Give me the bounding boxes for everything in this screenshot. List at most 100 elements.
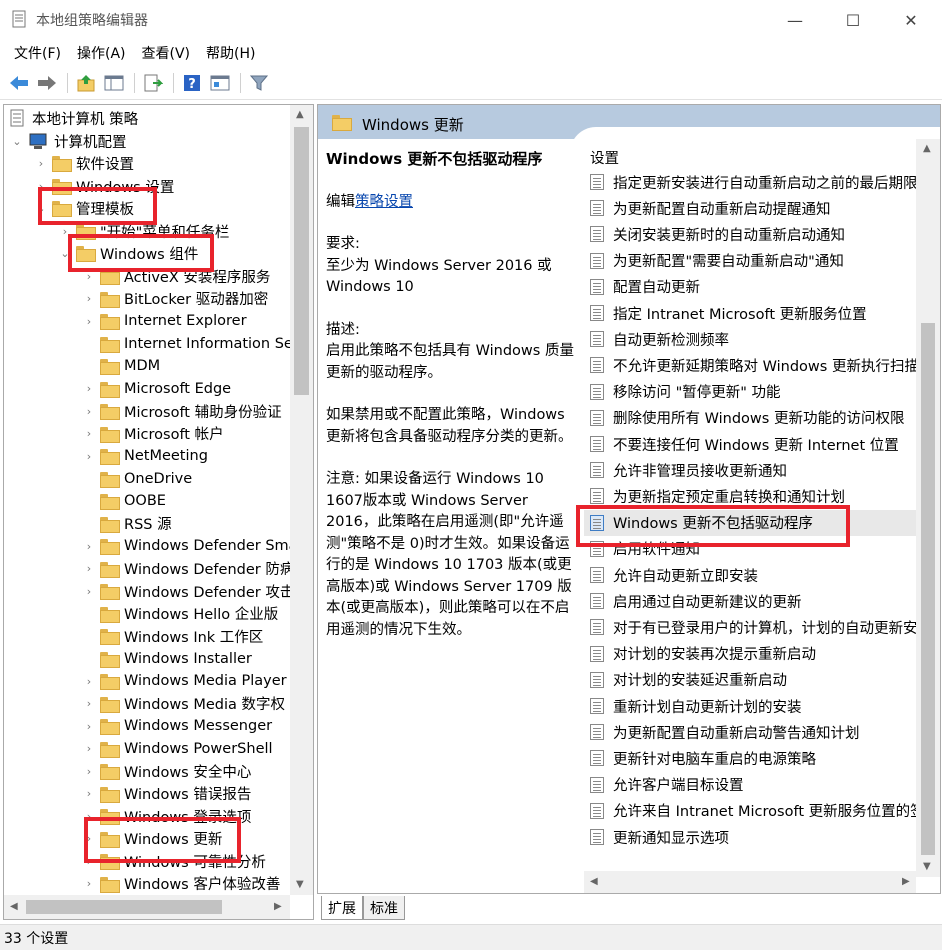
setting-row[interactable]: 对计划的安装延迟重新启动	[584, 667, 916, 693]
scroll-up-icon[interactable]: ▲	[296, 109, 304, 120]
setting-row[interactable]: 删除使用所有 Windows 更新功能的访问权限	[584, 405, 916, 431]
tree-item-component[interactable]: › Microsoft 帐户	[82, 423, 224, 445]
scroll-down-icon[interactable]: ▼	[296, 879, 304, 890]
tree-item-component[interactable]: › Windows Defender 攻击	[82, 580, 290, 602]
back-icon[interactable]	[6, 70, 32, 96]
setting-row[interactable]: 自动更新检测频率	[584, 326, 916, 352]
tree-item-component[interactable]: Internet Information Ser	[82, 333, 290, 355]
maximize-button[interactable]: ☐	[824, 0, 882, 40]
tree-item-component[interactable]: › Windows Defender 防病	[82, 558, 290, 580]
scroll-thumb[interactable]	[921, 323, 935, 855]
menu-file[interactable]: 文件(F)	[6, 43, 69, 63]
setting-row[interactable]: 关闭安装更新时的自动重新启动通知	[584, 221, 916, 247]
setting-row[interactable]: 允许自动更新立即安装	[584, 562, 916, 588]
tree-item-component[interactable]: Windows Installer	[82, 648, 252, 670]
export-list-icon[interactable]	[140, 70, 166, 96]
setting-row[interactable]: 对于有已登录用户的计算机，计划的自动更新安装	[584, 614, 916, 640]
chevron-right-icon[interactable]: ›	[82, 450, 96, 463]
chevron-right-icon[interactable]: ›	[82, 675, 96, 688]
tree-item-component[interactable]: › NetMeeting	[82, 445, 208, 467]
chevron-right-icon[interactable]: ›	[82, 765, 96, 778]
menu-view[interactable]: 查看(V)	[134, 43, 199, 63]
chevron-right-icon[interactable]: ›	[82, 585, 96, 598]
setting-row[interactable]: 对计划的安装再次提示重新启动	[584, 641, 916, 667]
chevron-right-icon[interactable]: ›	[82, 742, 96, 755]
chevron-right-icon[interactable]: ›	[34, 157, 48, 170]
help-icon[interactable]: ?	[179, 70, 205, 96]
menu-action[interactable]: 操作(A)	[69, 43, 134, 63]
tree-vertical-scrollbar[interactable]: ▲ ▼	[290, 105, 313, 895]
tree-item-component[interactable]: › Windows PowerShell	[82, 738, 273, 760]
chevron-right-icon[interactable]: ›	[82, 720, 96, 733]
setting-row[interactable]: 移除访问 "暂停更新" 功能	[584, 379, 916, 405]
tree-item-component[interactable]: › BitLocker 驱动器加密	[82, 288, 268, 310]
chevron-right-icon[interactable]: ›	[82, 382, 96, 395]
setting-row[interactable]: 指定 Intranet Microsoft 更新服务位置	[584, 300, 916, 326]
scroll-down-icon[interactable]: ▼	[923, 861, 931, 872]
tree-item-component[interactable]: › Windows 安全中心	[82, 760, 251, 782]
tree-item-component[interactable]: › Microsoft Edge	[82, 378, 231, 400]
setting-row[interactable]: 指定更新安装进行自动重新启动之前的最后期限	[584, 169, 916, 195]
setting-row[interactable]: 配置自动更新	[584, 274, 916, 300]
tree-item-component[interactable]: RSS 源	[82, 513, 172, 535]
filter-icon[interactable]	[246, 70, 272, 96]
tree-item-computer-config[interactable]: ⌄ 计算机配置	[10, 130, 127, 152]
chevron-down-icon[interactable]: ⌄	[10, 135, 24, 148]
setting-row[interactable]: 允许客户端目标设置	[584, 772, 916, 798]
setting-row[interactable]: 为更新配置自动重新启动提醒通知	[584, 195, 916, 221]
close-button[interactable]: ✕	[882, 0, 940, 40]
tree-item-component[interactable]: Windows Hello 企业版	[82, 603, 278, 625]
chevron-right-icon[interactable]: ›	[82, 315, 96, 328]
scroll-thumb[interactable]	[26, 900, 222, 914]
list-horizontal-scrollbar[interactable]: ◀ ▶	[584, 871, 916, 893]
show-hide-tree-icon[interactable]	[101, 70, 127, 96]
setting-row[interactable]: 更新通知显示选项	[584, 824, 916, 850]
tree-item-component[interactable]: › Windows Media 数字权	[82, 693, 285, 715]
chevron-right-icon[interactable]: ›	[82, 540, 96, 553]
tree-horizontal-scrollbar[interactable]: ◀ ▶	[4, 895, 290, 919]
scroll-thumb[interactable]	[294, 127, 309, 395]
tree-item-component[interactable]: › Windows Media Player	[82, 670, 287, 692]
setting-row[interactable]: 为更新配置自动重新启动警告通知计划	[584, 719, 916, 745]
setting-row[interactable]: 为更新配置"需要自动重新启动"通知	[584, 248, 916, 274]
chevron-right-icon[interactable]: ›	[82, 697, 96, 710]
setting-row[interactable]: 启用通过自动更新建议的更新	[584, 588, 916, 614]
setting-row[interactable]: 允许来自 Intranet Microsoft 更新服务位置的签	[584, 798, 916, 824]
setting-row[interactable]: 重新计划自动更新计划的安装	[584, 693, 916, 719]
tree-item-component[interactable]: › Microsoft 辅助身份验证	[82, 400, 282, 422]
tree-item-component[interactable]: OneDrive	[82, 468, 192, 490]
menu-help[interactable]: 帮助(H)	[198, 43, 263, 63]
tab-standard[interactable]: 标准	[363, 896, 405, 920]
tree-item-component[interactable]: › Internet Explorer	[82, 310, 247, 332]
tree-item-component[interactable]: OOBE	[82, 490, 166, 512]
tab-extended[interactable]: 扩展	[321, 896, 363, 920]
scroll-left-icon[interactable]: ◀	[10, 901, 18, 912]
chevron-right-icon[interactable]: ›	[82, 427, 96, 440]
tree-item-software-settings[interactable]: › 软件设置	[34, 152, 134, 174]
setting-row[interactable]: 不允许更新延期策略对 Windows 更新执行扫描	[584, 352, 916, 378]
scroll-right-icon[interactable]: ▶	[902, 876, 910, 887]
setting-row[interactable]: 更新针对电脑车重启的电源策略	[584, 745, 916, 771]
scroll-left-icon[interactable]: ◀	[590, 876, 598, 887]
tree-item-component[interactable]: › Windows 错误报告	[82, 783, 251, 805]
setting-row[interactable]: 允许非管理员接收更新通知	[584, 457, 916, 483]
tree-item-root[interactable]: 本地计算机 策略	[8, 107, 138, 129]
up-folder-icon[interactable]	[73, 70, 99, 96]
tree-item-component[interactable]: › Windows 客户体验改善	[82, 873, 280, 895]
tree-item-component[interactable]: Windows Ink 工作区	[82, 625, 263, 647]
edit-policy-link[interactable]: 策略设置	[355, 194, 413, 210]
forward-icon[interactable]	[34, 70, 60, 96]
chevron-right-icon[interactable]: ›	[82, 562, 96, 575]
minimize-button[interactable]: —	[766, 0, 824, 40]
list-column-header[interactable]: 设置	[590, 147, 619, 168]
scroll-right-icon[interactable]: ▶	[274, 901, 282, 912]
tree-item-component[interactable]: MDM	[82, 355, 160, 377]
tree-item-component[interactable]: › Windows Messenger	[82, 715, 272, 737]
scroll-up-icon[interactable]: ▲	[923, 143, 931, 154]
tree-item-component[interactable]: › Windows Defender Sma	[82, 535, 290, 557]
list-vertical-scrollbar[interactable]: ▲ ▼	[916, 139, 940, 877]
chevron-right-icon[interactable]: ›	[82, 877, 96, 890]
chevron-right-icon[interactable]: ›	[82, 787, 96, 800]
chevron-right-icon[interactable]: ›	[82, 292, 96, 305]
properties-icon[interactable]	[207, 70, 233, 96]
